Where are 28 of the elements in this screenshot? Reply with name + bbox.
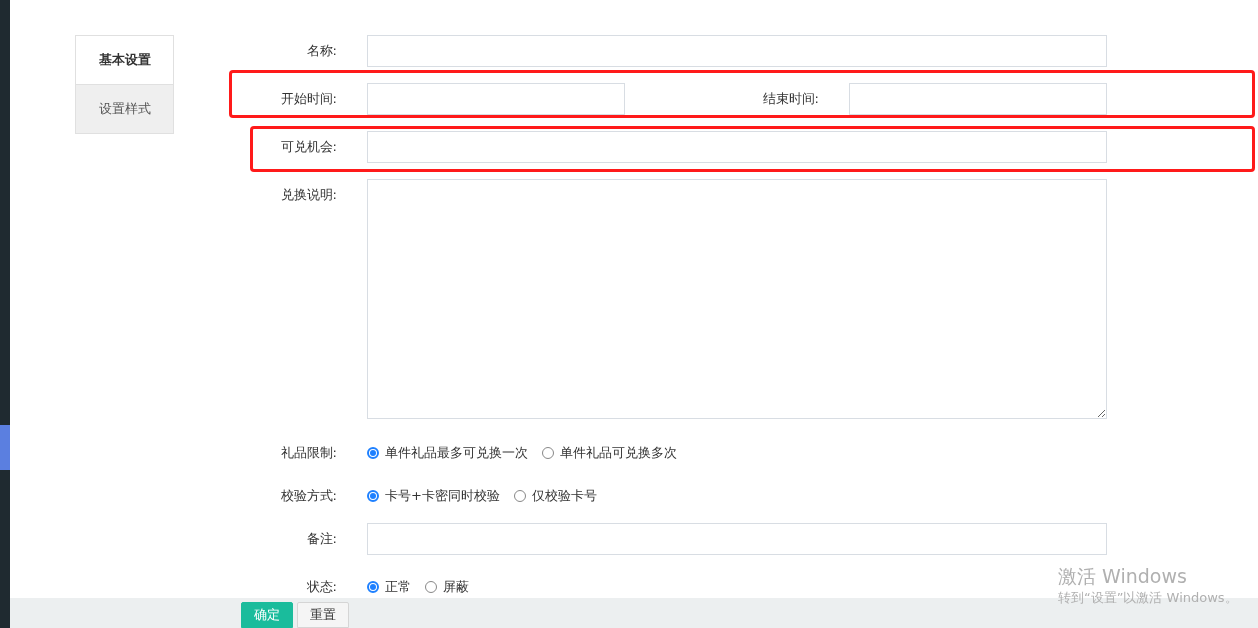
input-field[interactable] <box>367 131 1107 163</box>
radio-button[interactable] <box>367 490 379 502</box>
radio-label[interactable]: 卡号+卡密同时校验 <box>385 487 500 505</box>
tab[interactable]: 设置样式 <box>75 85 174 134</box>
field-label: 礼品限制: <box>279 444 337 462</box>
field-label: 名称: <box>305 42 337 60</box>
tab[interactable]: 基本设置 <box>75 35 174 85</box>
field-label: 状态: <box>305 578 337 596</box>
field-label: 校验方式: <box>279 487 337 505</box>
input-field[interactable] <box>849 83 1107 115</box>
field-label: 结束时间: <box>761 90 820 108</box>
radio-button[interactable] <box>367 581 379 593</box>
field-label: 开始时间: <box>279 90 337 108</box>
field-label: 可兑机会: <box>279 138 337 156</box>
activation-title: 激活 Windows <box>1058 564 1188 588</box>
reset-button[interactable]: 重置 <box>297 602 349 628</box>
radio-label[interactable]: 屏蔽 <box>443 578 469 596</box>
activation-subtitle: 转到“设置”以激活 Windows。 <box>1058 589 1238 607</box>
input-field[interactable] <box>367 523 1107 555</box>
radio-label[interactable]: 单件礼品可兑换多次 <box>560 444 677 462</box>
input-field[interactable] <box>367 83 625 115</box>
radio-label[interactable]: 单件礼品最多可兑换一次 <box>385 444 528 462</box>
field-label: 兑换说明: <box>279 186 337 204</box>
input-field[interactable] <box>367 35 1107 67</box>
field-label: 备注: <box>305 530 337 548</box>
radio-label[interactable]: 仅校验卡号 <box>531 487 597 505</box>
radio-button[interactable] <box>367 447 379 459</box>
radio-label[interactable]: 正常 <box>385 578 411 596</box>
